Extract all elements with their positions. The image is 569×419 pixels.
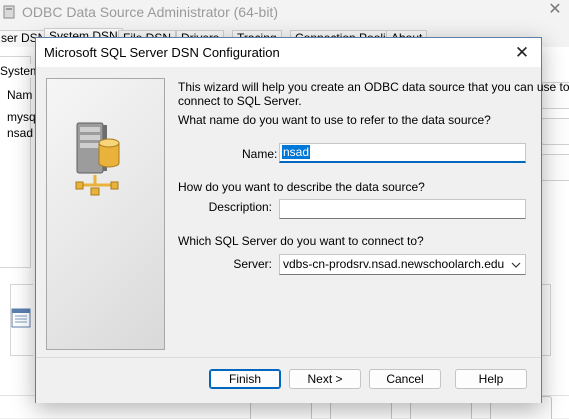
name-label: Name: [242, 147, 278, 161]
background-column-header[interactable]: Nam [7, 88, 32, 102]
background-close-icon[interactable]: ✕ [541, 0, 569, 24]
next-button[interactable]: Next > [289, 369, 361, 389]
server-label: Server: [233, 257, 272, 271]
background-window-title: ODBC Data Source Administrator (64-bit) [22, 4, 278, 20]
finish-button[interactable]: Finish [209, 369, 281, 389]
name-field[interactable]: nsad [279, 143, 526, 163]
description-question: How do you want to describe the data sou… [178, 180, 425, 194]
background-titlebar: ODBC Data Source Administrator (64-bit) … [0, 0, 569, 26]
background-dsn-row[interactable]: mysql [7, 110, 38, 124]
dialog-titlebar: Microsoft SQL Server DSN Configuration ✕ [36, 38, 541, 67]
close-icon[interactable]: ✕ [506, 40, 538, 66]
data-source-info-icon [11, 308, 31, 328]
background-dsn-row[interactable]: nsad [7, 126, 33, 140]
intro-text-line-2: connect to SQL Server. [178, 94, 302, 108]
background-remove-button[interactable] [540, 118, 569, 145]
background-group-label: System [0, 64, 41, 78]
name-field-value: nsad [282, 145, 311, 159]
odbc-app-icon [3, 5, 15, 19]
server-dropdown-value: vdbs-cn-prodsrv.nsad.newschoolarch.edu [283, 257, 505, 271]
intro-text-line-1: This wizard will help you create an ODBC… [178, 80, 569, 94]
dialog-button-bar: Finish Next > Cancel Help [36, 357, 541, 403]
database-server-icon [75, 122, 120, 196]
sql-server-dsn-dialog: Microsoft SQL Server DSN Configuration ✕ [35, 37, 569, 403]
server-question: Which SQL Server do you want to connect … [178, 234, 424, 248]
dialog-title: Microsoft SQL Server DSN Configuration [44, 45, 280, 60]
name-question: What name do you want to use to refer to… [178, 113, 491, 127]
wizard-image-panel [46, 78, 165, 350]
chevron-down-icon[interactable] [511, 260, 521, 270]
description-field[interactable] [279, 199, 526, 219]
description-label: Description: [208, 200, 272, 214]
help-button[interactable]: Help [455, 369, 527, 389]
server-dropdown[interactable]: vdbs-cn-prodsrv.nsad.newschoolarch.edu [279, 254, 526, 275]
dialog-content: This wizard will help you create an ODBC… [36, 67, 569, 357]
background-configure-button[interactable] [540, 154, 569, 181]
cancel-button[interactable]: Cancel [369, 369, 441, 389]
